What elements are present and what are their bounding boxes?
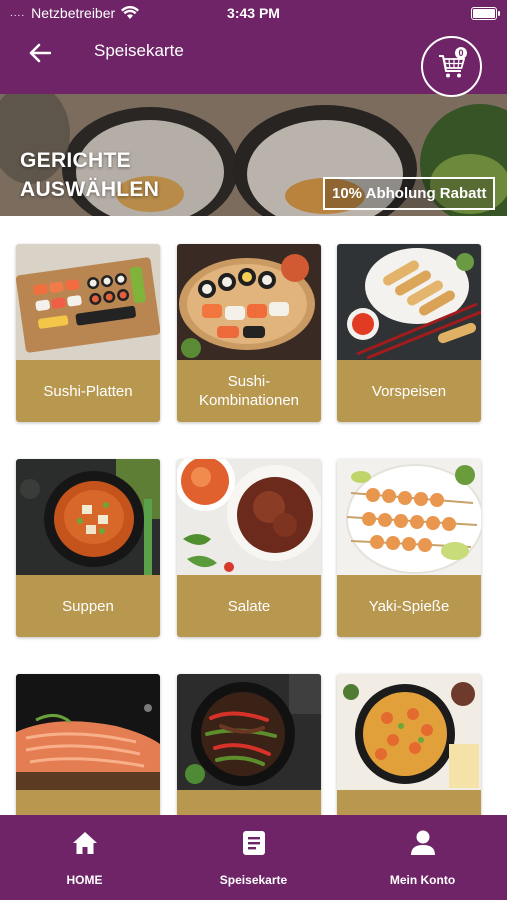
nav-speisekarte-label: Speisekarte bbox=[219, 873, 288, 887]
wok-image bbox=[177, 674, 321, 790]
reis-image bbox=[337, 674, 481, 790]
status-bar: .... Netzbetreiber 3:43 PM bbox=[0, 0, 507, 28]
salmon-image bbox=[16, 674, 160, 790]
hero-title-line2: AUSWÄHLEN bbox=[20, 178, 160, 201]
category-card-sushi-kombinationen[interactable]: Sushi-Kombinationen bbox=[177, 244, 321, 422]
yaki-spiesse-image bbox=[337, 459, 481, 575]
category-label: Sushi-Platten bbox=[16, 360, 160, 422]
back-button[interactable] bbox=[22, 38, 58, 68]
nav-speisekarte[interactable]: Speisekarte bbox=[169, 815, 338, 900]
suppen-image bbox=[16, 459, 160, 575]
category-card-vorspeisen[interactable]: Vorspeisen bbox=[337, 244, 481, 422]
hero-title-line1: GERICHTE bbox=[20, 149, 131, 172]
bottom-navigation: HOME Speisekarte Mein Konto bbox=[0, 815, 507, 900]
category-card-fisch[interactable] bbox=[16, 674, 160, 816]
battery-icon bbox=[471, 7, 500, 20]
nav-home[interactable]: HOME bbox=[0, 815, 169, 900]
category-label: Yaki-Spieße bbox=[337, 575, 481, 637]
user-icon bbox=[410, 829, 436, 857]
hero-banner: GERICHTE AUSWÄHLEN 10% Abholung Rabatt bbox=[0, 94, 507, 216]
page-title: Speisekarte bbox=[94, 41, 184, 60]
category-label bbox=[16, 790, 160, 816]
category-label: Reis- und bbox=[337, 790, 481, 816]
cart-count-badge: 0 bbox=[455, 47, 467, 59]
sushi-platten-image bbox=[16, 244, 160, 360]
category-label bbox=[177, 790, 321, 816]
category-label: Suppen bbox=[16, 575, 160, 637]
category-card-salate[interactable]: Salate bbox=[177, 459, 321, 637]
vorspeisen-image bbox=[337, 244, 481, 360]
nav-home-label: HOME bbox=[66, 873, 103, 887]
menu-book-icon bbox=[242, 829, 266, 857]
category-card-sushi-platten[interactable]: Sushi-Platten bbox=[16, 244, 160, 422]
arrow-left-icon bbox=[29, 43, 51, 63]
nav-mein-konto[interactable]: Mein Konto bbox=[338, 815, 507, 900]
category-card-suppen[interactable]: Suppen bbox=[16, 459, 160, 637]
category-label: Vorspeisen bbox=[337, 360, 481, 422]
category-card-reis-und[interactable]: Reis- und bbox=[337, 674, 481, 816]
hero-title: GERICHTE AUSWÄHLEN bbox=[20, 146, 159, 204]
app-header: Speisekarte 0 bbox=[0, 28, 507, 97]
sushi-kombinationen-image bbox=[177, 244, 321, 360]
discount-badge[interactable]: 10% Abholung Rabatt bbox=[323, 177, 496, 210]
category-card-yaki-spiesse[interactable]: Yaki-Spieße bbox=[337, 459, 481, 637]
category-label: Salate bbox=[177, 575, 321, 637]
category-card-wok[interactable] bbox=[177, 674, 321, 816]
nav-mein-konto-label: Mein Konto bbox=[389, 873, 456, 887]
cart-button[interactable]: 0 bbox=[421, 36, 482, 97]
status-time: 3:43 PM bbox=[227, 5, 280, 21]
home-icon bbox=[72, 829, 98, 857]
category-label: Sushi-Kombinationen bbox=[177, 360, 321, 422]
category-grid: Sushi-Platten Sushi-Kombinationen Vorspe… bbox=[0, 216, 507, 816]
salate-image bbox=[177, 459, 321, 575]
